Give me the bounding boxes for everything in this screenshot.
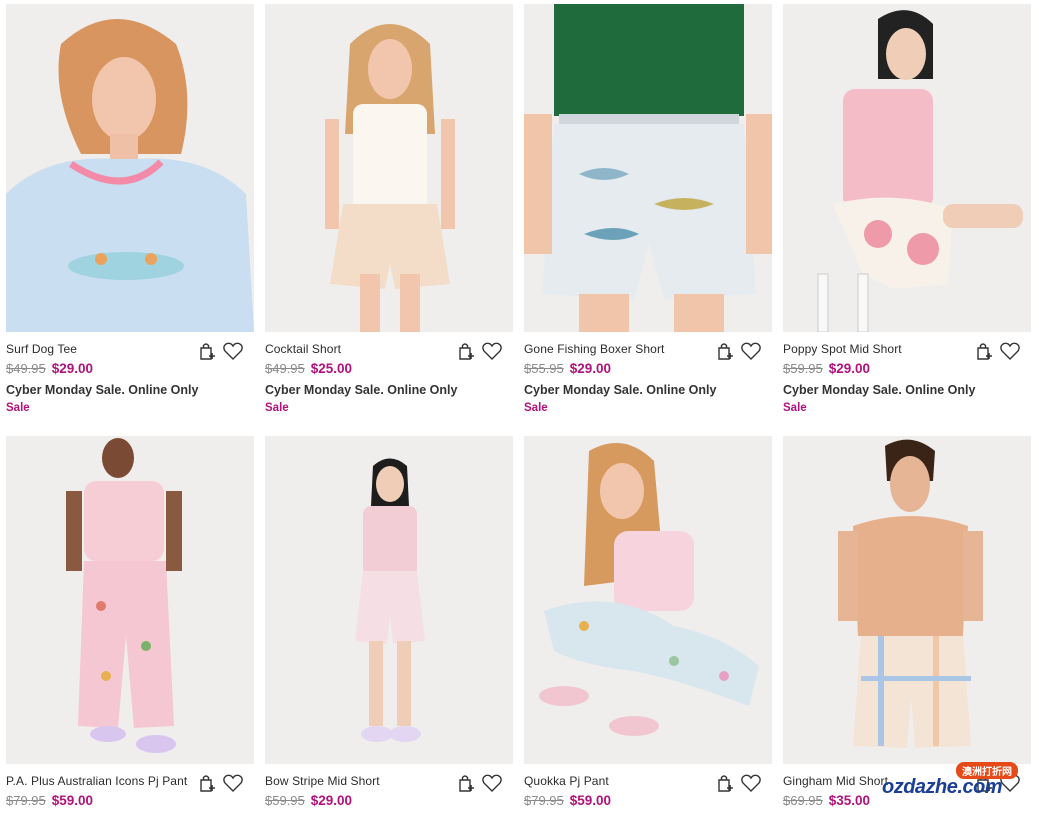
original-price: $79.95 [524, 793, 564, 808]
price-row: $79.95 $59.00 [524, 793, 611, 808]
product-image[interactable] [783, 4, 1031, 332]
product-image[interactable] [783, 436, 1031, 764]
original-price: $59.95 [265, 793, 305, 808]
product-actions [455, 340, 503, 362]
promo-text: Cyber Monday Sale. Online Only [265, 383, 458, 397]
product-actions [455, 772, 503, 794]
sale-price: $59.00 [51, 793, 94, 808]
heart-icon[interactable] [222, 340, 244, 362]
price-row: $79.95 $59.00 [6, 793, 93, 808]
sale-price: $29.00 [569, 361, 612, 376]
product-name[interactable]: Bow Stripe Mid Short [265, 774, 380, 788]
original-price: $49.95 [6, 361, 46, 376]
price-row: $49.95 $29.00 [6, 361, 93, 376]
sale-price: $29.00 [828, 361, 871, 376]
sale-price: $25.00 [310, 361, 353, 376]
original-price: $79.95 [6, 793, 46, 808]
add-to-bag-icon[interactable] [714, 772, 736, 794]
sale-price: $29.00 [51, 361, 94, 376]
original-price: $69.95 [783, 793, 823, 808]
product-actions [196, 772, 244, 794]
add-to-bag-icon[interactable] [714, 340, 736, 362]
add-to-bag-icon[interactable] [455, 340, 477, 362]
product-name[interactable]: Quokka Pj Pant [524, 774, 609, 788]
product-image[interactable] [265, 436, 513, 764]
heart-icon[interactable] [999, 340, 1021, 362]
price-row: $55.95 $29.00 [524, 361, 611, 376]
promo-text: Cyber Monday Sale. Online Only [524, 383, 717, 397]
promo-text: Cyber Monday Sale. Online Only [783, 383, 976, 397]
watermark-logo: 澳洲打折网 ozdazhe.com [876, 758, 1026, 810]
product-name[interactable]: Surf Dog Tee [6, 342, 77, 356]
product-actions [973, 340, 1021, 362]
sale-badge: Sale [6, 402, 30, 414]
price-row: $59.95 $29.00 [265, 793, 352, 808]
original-price: $55.95 [524, 361, 564, 376]
sale-badge: Sale [265, 402, 289, 414]
original-price: $49.95 [265, 361, 305, 376]
heart-icon[interactable] [740, 772, 762, 794]
product-grid: Surf Dog Tee $49.95 $29.00 Cyber Monday S… [0, 0, 1039, 818]
sale-price: $35.00 [828, 793, 871, 808]
promo-text: Cyber Monday Sale. Online Only [6, 383, 199, 397]
heart-icon[interactable] [481, 772, 503, 794]
product-name[interactable]: Gone Fishing Boxer Short [524, 342, 664, 356]
product-actions [196, 340, 244, 362]
product-image[interactable] [524, 436, 772, 764]
product-name[interactable]: P.A. Plus Australian Icons Pj Pant [6, 774, 187, 788]
product-name[interactable]: Poppy Spot Mid Short [783, 342, 902, 356]
heart-icon[interactable] [481, 340, 503, 362]
product-name[interactable]: Gingham Mid Short [783, 774, 888, 788]
original-price: $59.95 [783, 361, 823, 376]
sale-price: $29.00 [310, 793, 353, 808]
watermark-main-text: ozdazhe.com [882, 776, 1003, 798]
sale-badge: Sale [783, 402, 807, 414]
price-row: $59.95 $29.00 [783, 361, 870, 376]
product-actions [714, 772, 762, 794]
sale-badge: Sale [524, 402, 548, 414]
product-image[interactable] [6, 4, 254, 332]
heart-icon[interactable] [222, 772, 244, 794]
add-to-bag-icon[interactable] [196, 340, 218, 362]
product-image[interactable] [6, 436, 254, 764]
heart-icon[interactable] [740, 340, 762, 362]
add-to-bag-icon[interactable] [455, 772, 477, 794]
price-row: $49.95 $25.00 [265, 361, 352, 376]
product-actions [714, 340, 762, 362]
price-row: $69.95 $35.00 [783, 793, 870, 808]
product-image[interactable] [265, 4, 513, 332]
product-image[interactable] [524, 4, 772, 332]
sale-price: $59.00 [569, 793, 612, 808]
product-name[interactable]: Cocktail Short [265, 342, 341, 356]
add-to-bag-icon[interactable] [973, 340, 995, 362]
add-to-bag-icon[interactable] [196, 772, 218, 794]
